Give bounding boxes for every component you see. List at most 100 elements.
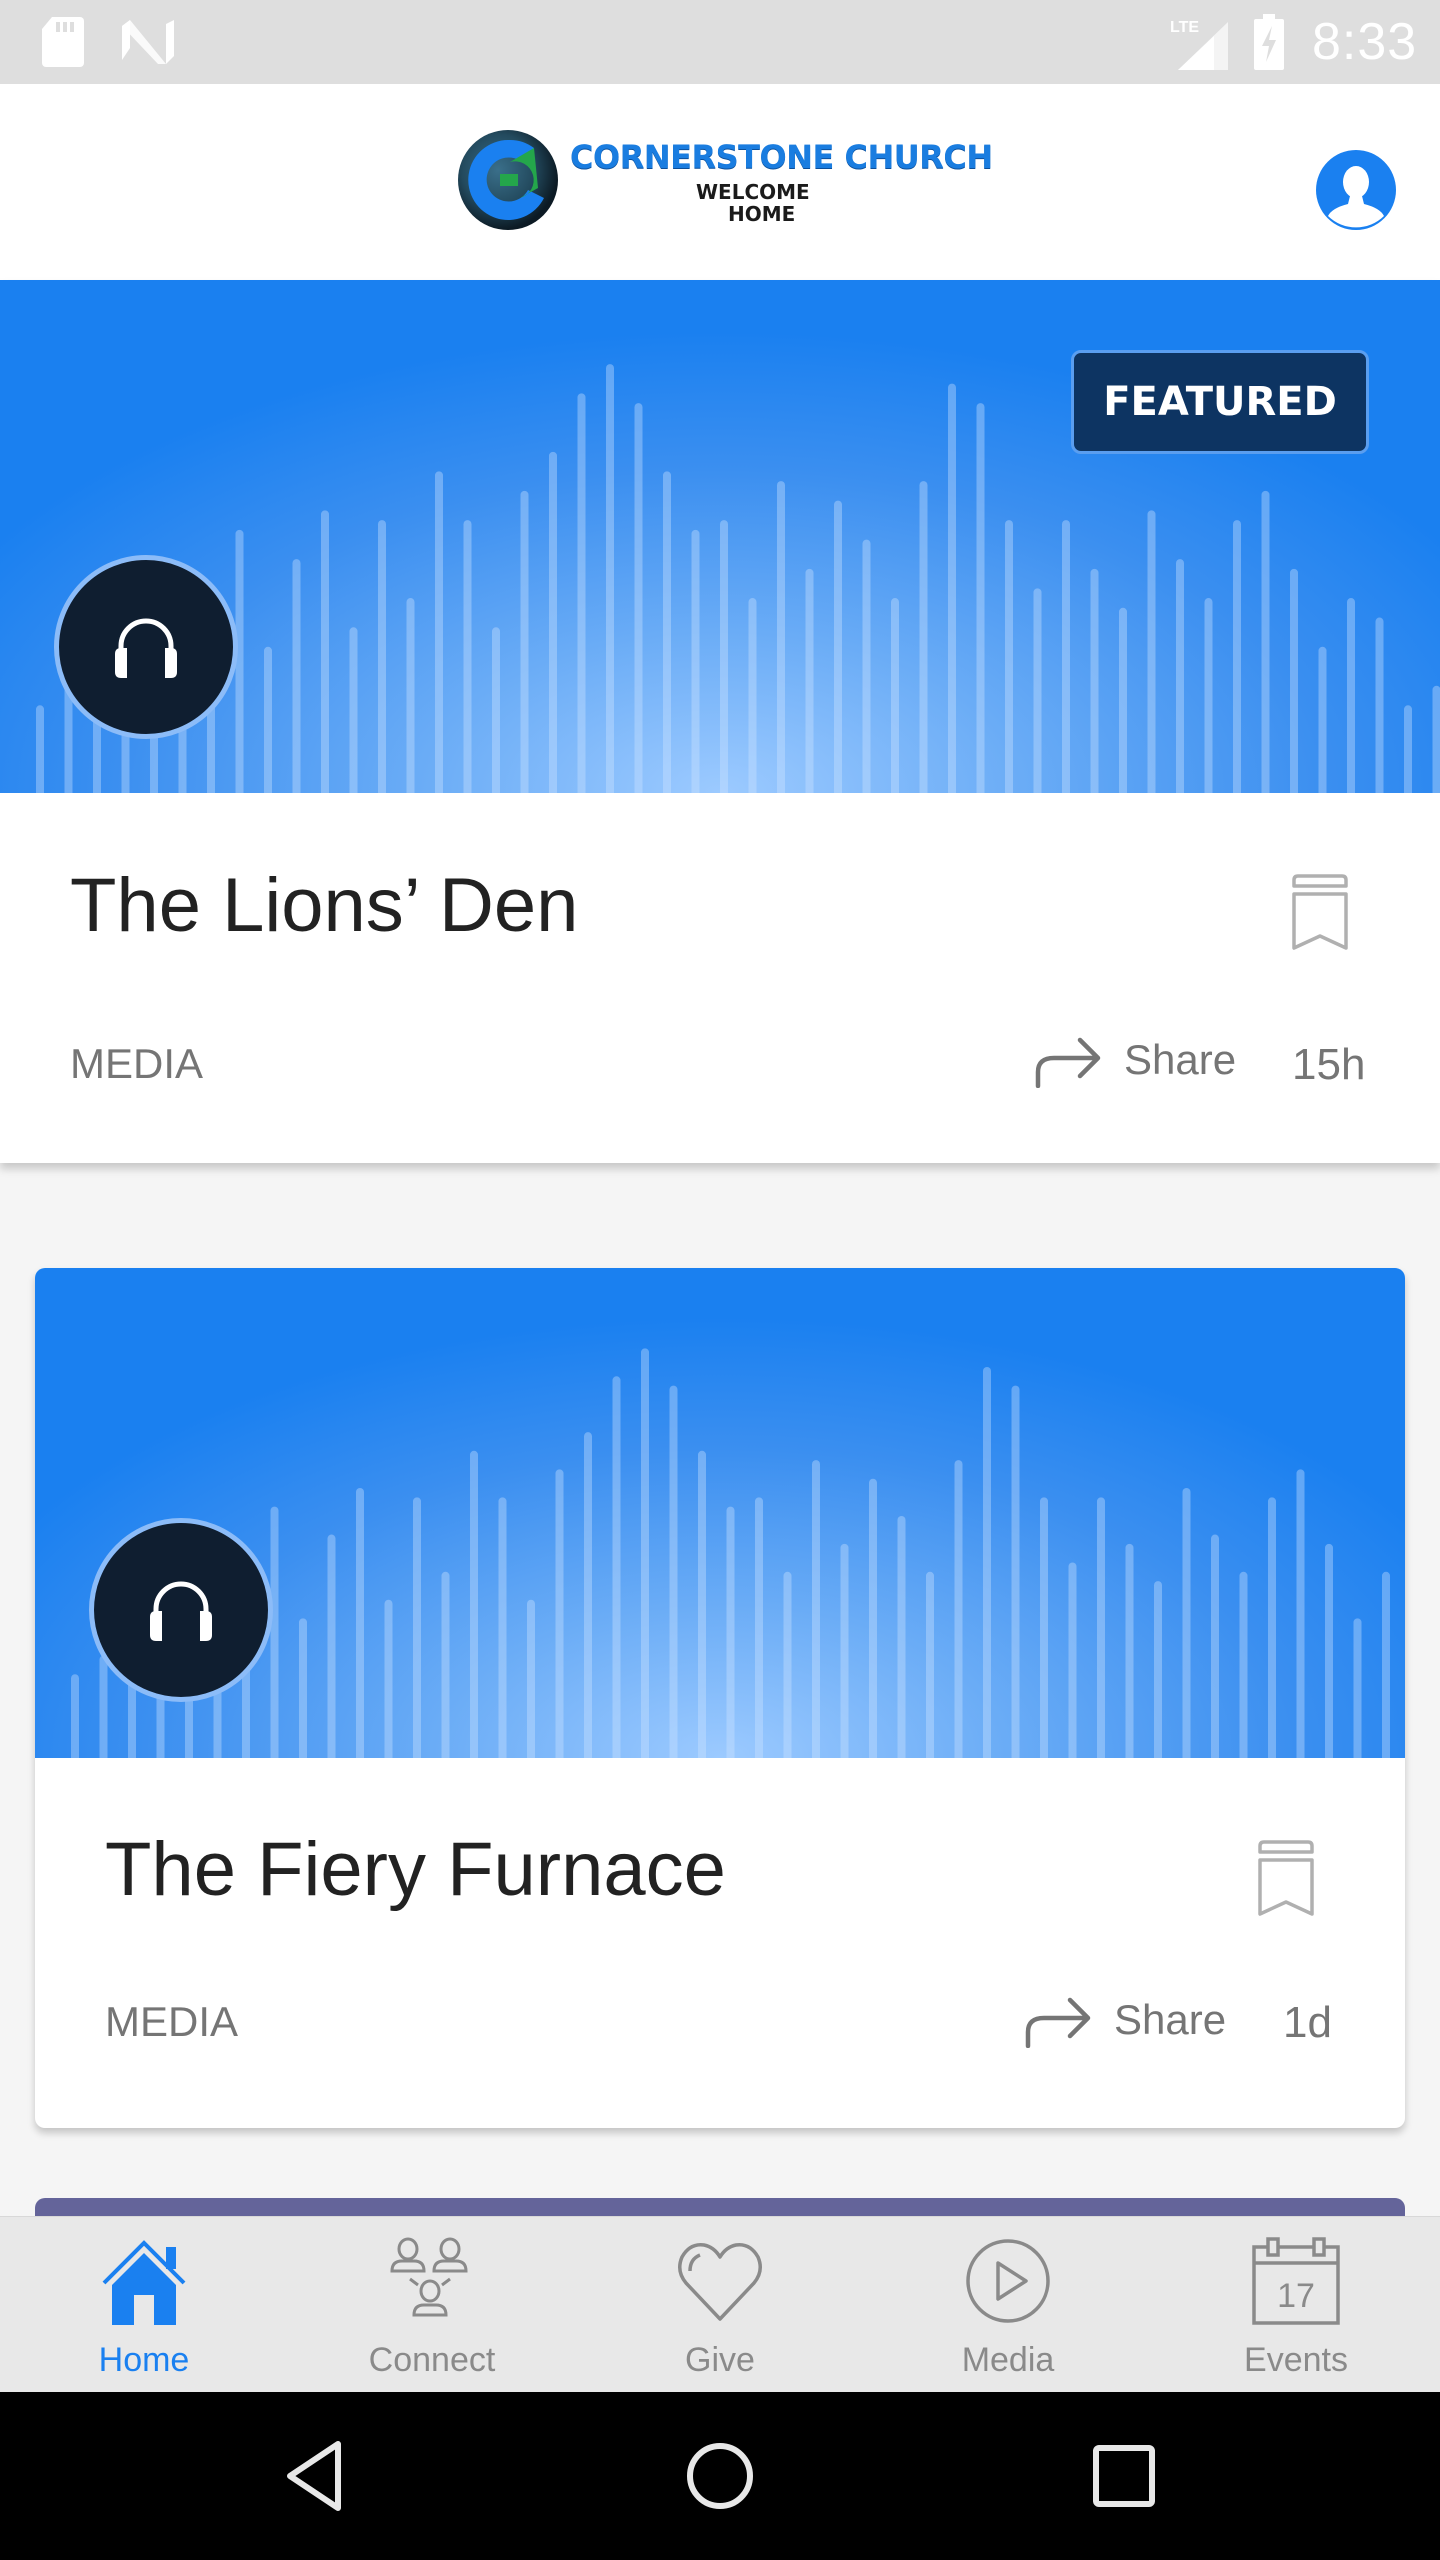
logo-tagline-home: HOME <box>728 202 796 226</box>
waveform-bar <box>641 1348 649 1758</box>
bookmark-icon <box>1258 1840 1314 1916</box>
nav-tab-give[interactable]: Give <box>576 2217 864 2393</box>
waveform-bar <box>983 1366 991 1758</box>
nav-tab-home[interactable]: Home <box>0 2217 288 2393</box>
nav-tab-events[interactable]: 17 Events <box>1152 2217 1440 2393</box>
waveform-bar <box>99 1655 108 1758</box>
app-header: CORNERSTONE CHURCH WELCOME HOME <box>0 84 1440 280</box>
waveform-bar <box>634 403 643 793</box>
waveform-bar <box>1068 1562 1077 1758</box>
share-label: Share <box>1124 1036 1237 1083</box>
headphones-icon <box>115 618 177 678</box>
waveform-bar <box>954 1460 963 1758</box>
waveform-bar <box>1233 520 1241 793</box>
waveform-bar <box>527 1599 535 1758</box>
share-button[interactable]: Share <box>1024 1992 1226 2048</box>
connect-people-icon <box>390 2237 468 2317</box>
waveform-bar <box>783 1571 792 1758</box>
waveform-bar <box>378 520 386 793</box>
waveform-bar <box>299 1618 307 1758</box>
bookmark-button[interactable] <box>1254 1838 1318 1918</box>
waveform-bar <box>1325 1543 1333 1758</box>
home-circle-icon[interactable] <box>680 2436 760 2516</box>
waveform-bar <box>612 1376 621 1758</box>
post-age: 15h <box>1292 1040 1366 1089</box>
nav-tab-media[interactable]: Media <box>864 2217 1152 2393</box>
nav-label: Media <box>961 2341 1055 2379</box>
profile-button[interactable] <box>1314 148 1398 232</box>
waveform-bar <box>577 393 586 793</box>
recents-icon[interactable] <box>1084 2436 1164 2516</box>
waveform-bar <box>1318 646 1327 793</box>
n-notification-icon <box>122 20 174 64</box>
waveform-bar <box>441 1571 450 1758</box>
home-icon <box>102 2240 186 2325</box>
waveform-bar <box>1239 1571 1248 1758</box>
waveform-bar <box>264 646 272 793</box>
church-logo[interactable]: CORNERSTONE CHURCH WELCOME HOME <box>456 128 996 238</box>
waveform-bar <box>36 705 44 793</box>
battery-charging-icon <box>1254 14 1284 70</box>
waveform-bar <box>698 1450 706 1758</box>
waveform-bar <box>1119 607 1127 793</box>
waveform-bar <box>492 627 500 793</box>
waveform-bar <box>1125 1543 1134 1758</box>
waveform-bar <box>1090 568 1099 793</box>
waveform-bar <box>691 529 700 793</box>
card-hero-image[interactable] <box>35 1268 1405 1758</box>
waveform-bar <box>726 1506 735 1758</box>
bottom-navigation: Home Connect Give Media 17 Events <box>0 2216 1440 2392</box>
card-hero-image[interactable]: FEATURED <box>0 280 1440 793</box>
headphones-badge[interactable] <box>54 555 238 739</box>
waveform-bar <box>1154 1581 1162 1758</box>
category-label: MEDIA <box>70 1040 204 1087</box>
waveform-bar <box>549 451 557 793</box>
waveform-bar <box>1382 1571 1390 1758</box>
share-button[interactable]: Share <box>1034 1032 1236 1088</box>
waveform-bar <box>356 1488 364 1758</box>
share-arrow-icon <box>1035 1037 1101 1088</box>
card-title[interactable]: The Lions’ Den <box>70 862 578 949</box>
back-icon[interactable] <box>276 2436 356 2516</box>
nav-label: Events <box>1244 2341 1348 2379</box>
waveform-bar <box>520 490 529 793</box>
featured-badge: FEATURED <box>1071 350 1369 454</box>
waveform-bar <box>1182 1488 1191 1758</box>
waveform-bar <box>869 1478 877 1758</box>
waveform-bar <box>748 598 757 793</box>
svg-text:LTE: LTE <box>1170 19 1199 36</box>
waveform-bar <box>891 598 899 793</box>
waveform-bar <box>1176 559 1184 793</box>
waveform-bar <box>1097 1497 1105 1758</box>
waveform-bar <box>413 1497 421 1758</box>
waveform-bar <box>584 1432 592 1758</box>
nav-label: Give <box>685 2341 755 2379</box>
waveform-bar <box>897 1515 906 1758</box>
bookmark-button[interactable] <box>1288 872 1352 952</box>
headphones-badge[interactable] <box>89 1518 273 1702</box>
bookmark-icon <box>1292 874 1348 950</box>
waveform-bar <box>1347 598 1355 793</box>
headphones-icon <box>150 1581 212 1641</box>
share-arrow-icon <box>1025 1997 1091 2048</box>
nav-tab-connect[interactable]: Connect <box>288 2217 576 2393</box>
status-bar: LTE 8:33 <box>0 0 1440 84</box>
calendar-icon: 17 <box>1252 2237 1340 2325</box>
waveform-bar <box>1353 1618 1362 1758</box>
waveform-bar <box>1296 1469 1305 1758</box>
nav-label: Connect <box>368 2341 496 2379</box>
waveform-bar <box>470 1450 478 1758</box>
waveform-bar <box>1204 598 1213 793</box>
waveform-bar <box>1147 510 1156 793</box>
waveform-bar <box>1375 617 1384 793</box>
waveform-bar <box>1033 588 1042 793</box>
waveform-bar <box>349 627 358 793</box>
play-circle-icon <box>966 2239 1050 2323</box>
card-title[interactable]: The Fiery Furnace <box>105 1826 726 1913</box>
waveform-bar <box>1404 705 1412 793</box>
waveform-bar <box>1432 685 1440 793</box>
waveform-bar <box>498 1497 507 1758</box>
feed-card[interactable]: FEATURED <box>0 280 1440 1163</box>
status-time: 8:33 <box>1312 13 1418 71</box>
waveform-bar <box>1005 520 1013 793</box>
